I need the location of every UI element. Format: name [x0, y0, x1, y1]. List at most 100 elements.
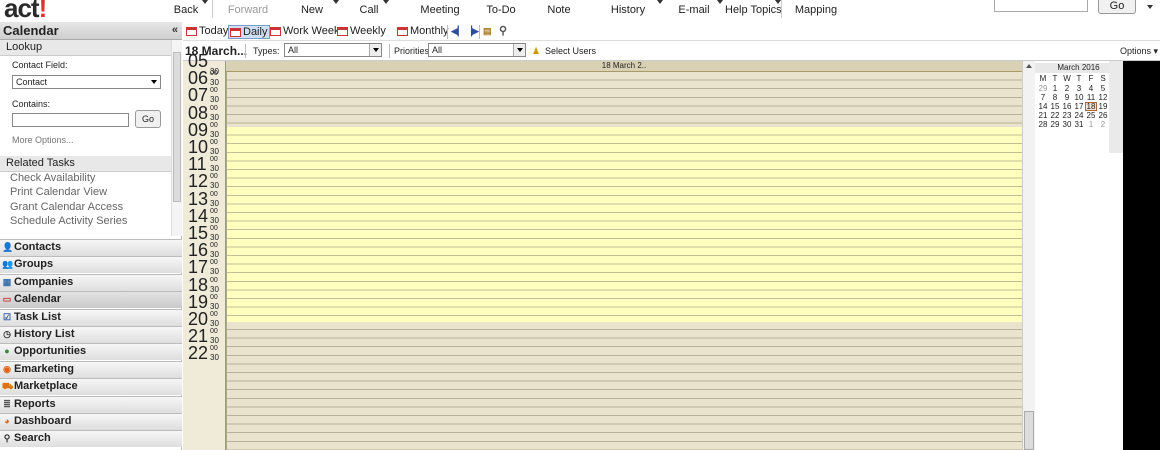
mini-calendar-day[interactable]: 31: [1073, 120, 1085, 129]
mini-calendar-day[interactable]: 1: [1049, 84, 1061, 93]
dropdown-arrow-icon[interactable]: [657, 0, 663, 4]
toolbar-more-chevron-icon[interactable]: [1147, 5, 1153, 9]
toolbar-history-button[interactable]: History: [593, 4, 663, 16]
dropdown-arrow-icon[interactable]: [717, 0, 723, 4]
dropdown-arrow-icon[interactable]: [383, 0, 389, 4]
types-select[interactable]: All: [284, 43, 382, 57]
lookup-section-header[interactable]: Lookup: [0, 40, 171, 56]
previous-date-icon[interactable]: ◀▏: [451, 26, 465, 37]
search-icon: ⚲: [3, 433, 11, 444]
view-weekly-button[interactable]: Weekly: [336, 25, 386, 39]
view-work-week-button[interactable]: Work Week: [269, 25, 339, 39]
view-today-button[interactable]: Today: [185, 25, 228, 39]
toolbar-new-button[interactable]: New: [285, 4, 339, 16]
dropdown-arrow-icon[interactable]: [202, 0, 208, 4]
mini-calendar-day[interactable]: 9: [1061, 93, 1073, 102]
mini-calendar-day[interactable]: 25: [1085, 111, 1097, 120]
mini-calendar-day[interactable]: 22: [1049, 111, 1061, 120]
priorities-select[interactable]: All: [428, 43, 526, 57]
nav-dashboard[interactable]: ◕ Dashboard: [0, 413, 182, 430]
nav-contacts[interactable]: 👤 Contacts: [0, 239, 182, 256]
toolbar-go-button[interactable]: Go: [1098, 0, 1136, 14]
sidebar-scrollbar[interactable]: [171, 40, 182, 236]
calendar-scrollbar[interactable]: [1022, 61, 1035, 450]
nav-groups[interactable]: 👥 Groups: [0, 256, 182, 274]
work-hours-band[interactable]: [227, 127, 1022, 322]
toolbar-search-input[interactable]: [994, 0, 1088, 12]
related-task-link[interactable]: Schedule Activity Series: [10, 215, 127, 227]
toolbar-to-do-button[interactable]: To-Do: [475, 4, 527, 16]
person-icon: 👤: [2, 242, 14, 252]
related-tasks-header[interactable]: Related Tasks: [0, 156, 171, 172]
dropdown-arrow-icon[interactable]: [333, 0, 339, 4]
mini-calendar-day[interactable]: 19: [1097, 102, 1109, 111]
mini-calendar-day[interactable]: 26: [1097, 111, 1109, 120]
more-options-link[interactable]: More Options...: [12, 135, 74, 145]
view-daily-button[interactable]: Daily: [228, 25, 271, 39]
mini-calendar-today[interactable]: 18: [1085, 102, 1097, 111]
related-task-link[interactable]: Check Availability: [10, 172, 95, 184]
contains-input[interactable]: [12, 113, 129, 127]
mini-calendar-day[interactable]: 17: [1073, 102, 1085, 111]
mini-calendar-day[interactable]: 1: [1085, 120, 1097, 129]
mini-calendar-day[interactable]: 12: [1097, 93, 1109, 102]
nav-task-list[interactable]: ☑ Task List: [0, 308, 182, 326]
mini-calendar-day[interactable]: 23: [1061, 111, 1073, 120]
nav-search[interactable]: ⚲ Search: [0, 430, 182, 448]
select-users-button[interactable]: ♟ Select Users: [532, 46, 596, 56]
mini-calendar-day[interactable]: 11: [1085, 93, 1097, 102]
toolbar-meeting-button[interactable]: Meeting: [410, 4, 470, 16]
mini-calendar-day[interactable]: 24: [1073, 111, 1085, 120]
nav-calendar[interactable]: ▭ Calendar: [0, 291, 182, 309]
scroll-thumb[interactable]: [1024, 411, 1034, 450]
mini-calendar-day[interactable]: 14: [1037, 102, 1049, 111]
mini-calendar-day[interactable]: 15: [1049, 102, 1061, 111]
related-task-link[interactable]: Grant Calendar Access: [10, 201, 123, 213]
mini-calendar-day[interactable]: 8: [1049, 93, 1061, 102]
lookup-go-button[interactable]: Go: [135, 110, 161, 128]
collapse-sidebar-icon[interactable]: «: [172, 22, 178, 39]
mini-calendar-day[interactable]: 30: [1061, 120, 1073, 129]
mini-calendar-day[interactable]: 16: [1061, 102, 1073, 111]
mini-calendar-day[interactable]: 10: [1073, 93, 1085, 102]
mini-calendar-day[interactable]: 5: [1097, 84, 1109, 93]
checkbox-icon: ☑: [2, 311, 12, 322]
mini-calendar-day[interactable]: 29: [1049, 120, 1061, 129]
toolbar-mapping-button[interactable]: Mapping: [788, 4, 844, 16]
nav-opportunities[interactable]: ● Opportunities: [0, 343, 182, 361]
search-icon[interactable]: ⚲: [499, 24, 507, 37]
nav-companies[interactable]: ▦ Companies: [0, 273, 182, 291]
nav-label: Companies: [14, 275, 74, 288]
mini-calendar-day[interactable]: 2: [1061, 84, 1073, 93]
hour-label: 22: [188, 343, 209, 364]
hour-label: 18: [188, 274, 209, 295]
view-button-label: Today: [199, 25, 229, 37]
contact-field-select[interactable]: Contact: [12, 75, 161, 89]
scroll-thumb[interactable]: [173, 52, 181, 202]
scroll-up-arrow-icon[interactable]: [1026, 64, 1032, 68]
options-menu[interactable]: Options ▾: [1120, 46, 1158, 57]
nav-marketplace[interactable]: ⛟ Marketplace: [0, 378, 182, 396]
view-monthly-button[interactable]: Monthly: [396, 25, 449, 39]
mini-calendar-day[interactable]: 29: [1037, 84, 1049, 93]
toolbar-note-button[interactable]: Note: [537, 4, 581, 16]
toolbar-help-topics-button[interactable]: Help Topics: [725, 4, 782, 16]
blank-panel: [1123, 61, 1160, 450]
toolbar-forward-button[interactable]: Forward: [218, 4, 278, 16]
print-icon[interactable]: ▤: [483, 26, 492, 37]
mini-calendar-day[interactable]: 28: [1037, 120, 1049, 129]
mini-calendar-day[interactable]: 4: [1085, 84, 1097, 93]
mini-calendar-day[interactable]: 2: [1097, 120, 1109, 129]
next-date-icon[interactable]: ▕▶: [465, 26, 479, 37]
nav-history-list[interactable]: ◷ History List: [0, 326, 182, 343]
toolbar-call-button[interactable]: Call: [349, 4, 389, 16]
toolbar-back-button[interactable]: Back: [164, 4, 208, 16]
mini-calendar-day[interactable]: 21: [1037, 111, 1049, 120]
mini-calendar-day[interactable]: 3: [1073, 84, 1085, 93]
mini-calendar-day[interactable]: 7: [1037, 93, 1049, 102]
related-task-link[interactable]: Print Calendar View: [10, 186, 107, 198]
nav-emarketing[interactable]: ◉ Emarketing: [0, 360, 182, 378]
nav-reports[interactable]: ≣ Reports: [0, 395, 182, 413]
day-column-header[interactable]: 18 March 2..: [226, 61, 1022, 72]
toolbar-e-mail-button[interactable]: E-mail: [665, 4, 723, 16]
